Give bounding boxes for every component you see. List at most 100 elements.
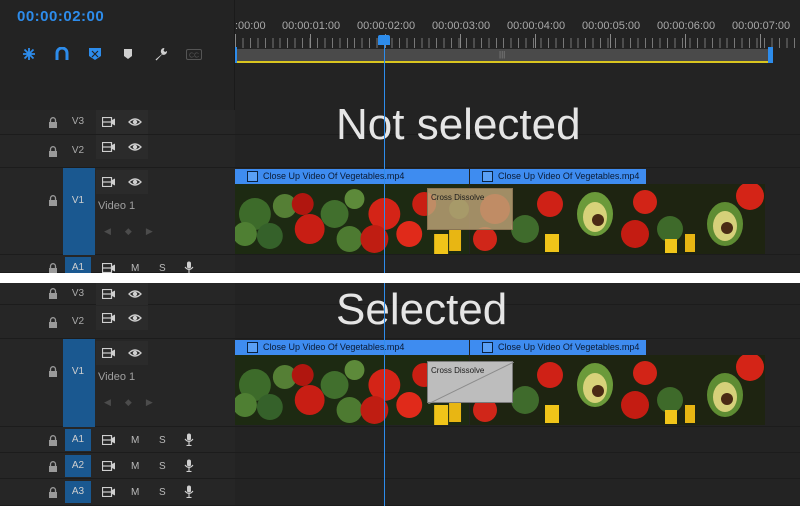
work-area-out-handle[interactable] [768,47,773,63]
solo-button[interactable]: S [159,435,166,446]
lock-icon[interactable] [48,146,58,157]
solo-button[interactable]: S [159,487,166,498]
lock-icon[interactable] [48,487,58,498]
mute-button[interactable]: M [131,435,139,446]
lock-icon[interactable] [48,461,58,472]
cross-dissolve-transition[interactable]: Cross Dissolve [427,361,514,404]
ruler-label: :00:00 [235,20,266,32]
track-controls [96,170,148,194]
svg-text:CC: CC [189,52,199,59]
sync-lock-icon[interactable] [102,461,115,471]
transition-label: Cross Dissolve [431,193,485,202]
mute-button[interactable]: M [131,487,139,498]
eye-icon[interactable] [128,289,142,299]
track-a3: A3 M S [0,479,800,506]
track-name[interactable]: V3 [65,110,91,134]
lock-icon[interactable] [48,288,58,299]
track-name[interactable]: V1 [65,189,91,213]
eye-icon[interactable] [128,177,142,187]
sync-lock-icon[interactable] [102,313,115,323]
video-clip[interactable]: Close Up Video Of Vegetables.mp4 [470,169,765,254]
track-a1: A1 M S [0,427,800,453]
eye-icon[interactable] [128,348,142,358]
not-selected-label: Not selected [336,100,581,149]
clip-thumbnail [470,355,765,425]
eye-icon[interactable] [128,313,142,323]
sync-lock-icon[interactable] [102,487,115,497]
lock-icon[interactable] [48,435,58,446]
track-header: A1 M S [0,427,235,453]
clip-title: Close Up Video Of Vegetables.mp4 [470,169,646,184]
track-name[interactable]: A1 [65,429,91,451]
track-header: V1 Video 1 ◀◆▶ [0,168,235,255]
track-header: V1 Video 1 ◀◆▶ [0,339,235,427]
cross-dissolve-transition[interactable]: Cross Dissolve [427,188,513,230]
video-clip[interactable]: Close Up Video Of Vegetables.mp4 [470,340,765,425]
eye-icon[interactable] [128,142,142,152]
track-a1: A1 M S [0,255,800,279]
clip-title: Close Up Video Of Vegetables.mp4 [235,169,469,184]
track-body[interactable] [235,305,800,339]
sync-lock-icon[interactable] [102,117,115,127]
ruler-label: 00:00:03:00 [432,20,491,32]
fx-badge-icon [247,342,258,353]
track-label: Video 1 [98,200,136,212]
sync-lock-icon[interactable] [102,289,115,299]
track-name[interactable]: V3 [65,282,91,306]
track-controls [96,306,148,330]
clip-title: Close Up Video Of Vegetables.mp4 [470,340,646,355]
ruler-label: 00:00:04:00 [507,20,566,32]
track-body[interactable] [235,453,800,479]
sync-lock-icon[interactable] [102,142,115,152]
keyframe-navigator[interactable]: ◀◆▶ [104,397,167,408]
track-name[interactable]: A3 [65,481,91,503]
track-header: V2 [0,305,235,339]
track-name[interactable]: V1 [65,360,91,384]
lock-icon[interactable] [48,117,58,128]
sync-lock-icon[interactable] [102,435,115,445]
track-header: V3 [0,282,235,306]
transition-label: Cross Dissolve [431,366,485,375]
marker-icon[interactable] [117,45,139,63]
lock-icon[interactable] [48,195,58,206]
track-body[interactable] [235,255,800,273]
clip-title: Close Up Video Of Vegetables.mp4 [235,340,469,355]
work-area-bar[interactable]: ||| [235,49,772,63]
microphone-icon[interactable] [184,485,194,498]
track-name[interactable]: V2 [65,310,91,334]
track-header: A3 M S [0,479,235,506]
track-body[interactable] [235,283,800,305]
captions-icon[interactable]: CC [183,45,205,63]
time-ruler[interactable]: :00:00 00:00:01:00 00:00:02:00 00:00:03:… [235,0,800,66]
mute-button[interactable]: M [131,461,139,472]
keyframe-navigator[interactable]: ◀◆▶ [104,226,167,237]
ruler-label: 00:00:02:00 [357,20,416,32]
wrench-icon[interactable] [150,45,172,63]
track-name[interactable]: V2 [65,139,91,163]
sync-lock-icon[interactable] [102,177,115,187]
track-controls [96,110,148,134]
solo-button[interactable]: S [159,461,166,472]
track-body[interactable] [235,479,800,506]
add-marker-icon[interactable] [84,45,106,63]
timeline-header: 00:00:02:00 CC :00:00 00:00:01:00 00:00:… [0,0,800,110]
ruler-major-ticks [235,34,800,48]
eye-icon[interactable] [128,117,142,127]
track-controls [96,341,148,365]
ruler-label: 00:00:06:00 [657,20,716,32]
magnet-link-icon[interactable] [51,45,73,63]
work-area-grip[interactable]: ||| [499,50,505,59]
snap-icon[interactable] [18,45,40,63]
microphone-icon[interactable] [184,459,194,472]
track-name[interactable]: A2 [65,455,91,477]
sync-lock-icon[interactable] [102,348,115,358]
sync-lock-icon[interactable] [102,263,115,273]
playhead-timecode[interactable]: 00:00:02:00 [17,8,104,25]
work-area-in-handle[interactable] [235,47,237,63]
timeline-controls: 00:00:02:00 CC [0,0,235,110]
track-body[interactable] [235,427,800,453]
lock-icon[interactable] [48,317,58,328]
microphone-icon[interactable] [184,433,194,446]
lock-icon[interactable] [48,366,58,377]
ruler-label: 00:00:07:00 [732,20,791,32]
